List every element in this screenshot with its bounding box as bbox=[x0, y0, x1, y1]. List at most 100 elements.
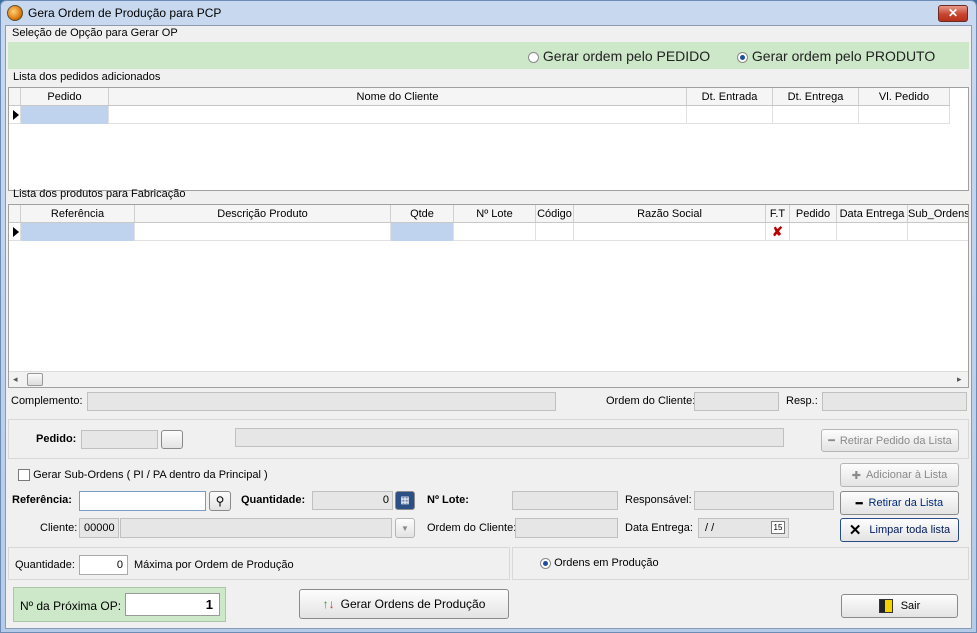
complemento-field[interactable] bbox=[87, 392, 556, 411]
horizontal-scrollbar[interactable]: ◂ ▸ bbox=[9, 371, 968, 387]
selecao-bar: Gerar ordem pelo PEDIDO Gerar ordem pelo… bbox=[8, 42, 969, 69]
pedidos-group-label: Lista dos pedidos adicionados bbox=[13, 71, 161, 83]
ordem-cliente-field[interactable] bbox=[515, 518, 618, 538]
adicionar-label: Adicionar à Lista bbox=[865, 469, 948, 481]
selecao-group-label: Seleção de Opção para Gerar OP bbox=[12, 27, 178, 39]
col-razao-social[interactable]: Razão Social bbox=[574, 205, 766, 222]
col-pedido[interactable]: Pedido bbox=[21, 88, 109, 105]
ordens-radio-circle[interactable] bbox=[540, 557, 551, 569]
responsavel-field[interactable] bbox=[694, 491, 834, 510]
retirar-pedido-label: Retirar Pedido da Lista bbox=[839, 434, 952, 447]
lote-label: Nº Lote: bbox=[427, 494, 469, 506]
sub-ordens-check[interactable] bbox=[18, 469, 30, 482]
radio-pedido-circle[interactable] bbox=[528, 51, 539, 63]
pedido-field[interactable] bbox=[81, 430, 158, 449]
col-nome-cliente[interactable]: Nome do Cliente bbox=[109, 88, 687, 105]
referencia-label: Referência: bbox=[12, 494, 72, 506]
pedidos-grid-header: Pedido Nome do Cliente Dt. Entrada Dt. E… bbox=[9, 88, 950, 106]
col-dt-entrada[interactable]: Dt. Entrada bbox=[687, 88, 773, 105]
radio-produto[interactable]: Gerar ordem pelo PRODUTO bbox=[737, 48, 935, 64]
col-data-entrega[interactable]: Data Entrega bbox=[837, 205, 908, 222]
ft-x-icon[interactable]: ✘ bbox=[766, 223, 790, 241]
sair-label: Sair bbox=[900, 600, 921, 612]
pedido-label: Pedido: bbox=[36, 433, 77, 445]
ordens-label: Ordens em Produção bbox=[554, 557, 659, 569]
col-codigo[interactable]: Código bbox=[536, 205, 574, 222]
quantidade-label: Quantidade: bbox=[241, 494, 306, 506]
pedido-lookup-button[interactable] bbox=[161, 430, 183, 449]
gerar-ordens-label: Gerar Ordens de Produção bbox=[340, 597, 486, 611]
x-icon: ✕ bbox=[848, 522, 862, 539]
quantidade-field[interactable]: 0 bbox=[312, 491, 393, 510]
responsavel-label: Responsável: bbox=[625, 494, 692, 506]
col-ft[interactable]: F.T bbox=[766, 205, 790, 222]
sub-ordens-checkbox[interactable]: Gerar Sub-Ordens ( PI / PA dentro da Pri… bbox=[18, 469, 268, 482]
col-vl-pedido[interactable]: Vl. Pedido bbox=[859, 88, 950, 105]
pedidos-row[interactable] bbox=[9, 106, 950, 124]
adicionar-button[interactable]: ✚ Adicionar à Lista bbox=[840, 463, 959, 487]
radio-pedido[interactable]: Gerar ordem pelo PEDIDO bbox=[528, 48, 710, 64]
resp-label: Resp.: bbox=[786, 395, 818, 407]
cliente-code-field[interactable]: 00000 bbox=[79, 518, 119, 538]
lote-field[interactable] bbox=[512, 491, 618, 510]
arrows-up-down-icon: ↑↓ bbox=[322, 597, 335, 611]
proxima-op-field[interactable]: 1 bbox=[125, 593, 220, 616]
bottom-quantidade-input[interactable]: 0 bbox=[79, 555, 128, 575]
window-title: Gera Ordem de Produção para PCP bbox=[28, 6, 222, 20]
close-button[interactable]: ✕ bbox=[938, 5, 968, 22]
cliente-name-field[interactable] bbox=[120, 518, 392, 538]
calculator-icon[interactable]: ▦ bbox=[395, 491, 415, 510]
door-exit-icon bbox=[878, 599, 893, 613]
plus-icon: ✚ bbox=[851, 469, 861, 482]
produtos-grid-header: Referência Descrição Produto Qtde Nº Lot… bbox=[9, 205, 968, 223]
retirar-lista-label: Retirar da Lista bbox=[868, 497, 944, 509]
scroll-thumb[interactable] bbox=[27, 373, 43, 386]
data-entrega-label: Data Entrega: bbox=[625, 522, 693, 534]
referencia-input[interactable] bbox=[79, 491, 206, 511]
row-indicator-icon bbox=[9, 106, 21, 124]
scroll-right-icon[interactable]: ▸ bbox=[957, 374, 962, 385]
bottom-quantidade-label: Quantidade: bbox=[15, 559, 75, 571]
ordem-cliente-top-field[interactable] bbox=[694, 392, 779, 411]
radio-produto-label: Gerar ordem pelo PRODUTO bbox=[751, 48, 936, 64]
complemento-label: Complemento: bbox=[11, 395, 83, 407]
proxima-op-label: Nº da Próxima OP: bbox=[20, 599, 122, 613]
minus-icon: ━ bbox=[855, 497, 863, 510]
calendar-icon[interactable]: 15 bbox=[771, 521, 785, 534]
row-indicator-icon bbox=[9, 223, 21, 241]
resp-field[interactable] bbox=[822, 392, 967, 411]
col-descricao[interactable]: Descrição Produto bbox=[135, 205, 391, 222]
minus-icon: ━ bbox=[828, 435, 835, 447]
col-sub-ordens[interactable]: Sub_Ordens bbox=[908, 205, 968, 222]
col-lote[interactable]: Nº Lote bbox=[454, 205, 536, 222]
app-icon bbox=[7, 5, 23, 21]
sair-button[interactable]: Sair bbox=[841, 594, 958, 618]
radio-produto-circle[interactable] bbox=[737, 51, 748, 63]
col-dt-entrega[interactable]: Dt. Entrega bbox=[773, 88, 859, 105]
main-window: Gera Ordem de Produção para PCP ✕ Seleçã… bbox=[0, 0, 977, 633]
search-icon[interactable]: ⚲ bbox=[209, 491, 231, 511]
col-referencia[interactable]: Referência bbox=[21, 205, 135, 222]
pedido-info-field[interactable] bbox=[235, 428, 784, 447]
gerar-ordens-button[interactable]: ↑↓ Gerar Ordens de Produção bbox=[299, 589, 509, 619]
produtos-row[interactable]: ✘ bbox=[9, 223, 968, 241]
limpar-label: Limpar toda lista bbox=[869, 524, 951, 536]
produtos-grid[interactable]: Referência Descrição Produto Qtde Nº Lot… bbox=[8, 204, 969, 388]
scroll-left-icon[interactable]: ◂ bbox=[13, 374, 18, 385]
data-entrega-field[interactable]: / / 15 bbox=[698, 518, 789, 538]
maxima-label: Máxima por Ordem de Produção bbox=[134, 559, 294, 571]
cliente-label: Cliente: bbox=[40, 522, 78, 534]
ordem-cliente-label: Ordem do Cliente: bbox=[427, 522, 517, 534]
cliente-dropdown-icon[interactable]: ▼ bbox=[395, 518, 415, 538]
ordens-radio[interactable]: Ordens em Produção bbox=[540, 557, 659, 569]
pedidos-grid[interactable]: Pedido Nome do Cliente Dt. Entrada Dt. E… bbox=[8, 87, 969, 191]
data-entrega-value: / / bbox=[705, 522, 715, 534]
retirar-lista-button[interactable]: ━ Retirar da Lista bbox=[840, 491, 959, 515]
retirar-pedido-button[interactable]: ━ Retirar Pedido da Lista bbox=[821, 429, 959, 452]
title-bar: Gera Ordem de Produção para PCP ✕ bbox=[1, 1, 976, 25]
limpar-button[interactable]: ✕ Limpar toda lista bbox=[840, 518, 959, 542]
col-pedido-prod[interactable]: Pedido bbox=[790, 205, 837, 222]
col-qtde[interactable]: Qtde bbox=[391, 205, 454, 222]
produtos-group-label: Lista dos produtos para Fabricação bbox=[13, 188, 186, 200]
client-area: Seleção de Opção para Gerar OP Gerar ord… bbox=[5, 25, 972, 629]
